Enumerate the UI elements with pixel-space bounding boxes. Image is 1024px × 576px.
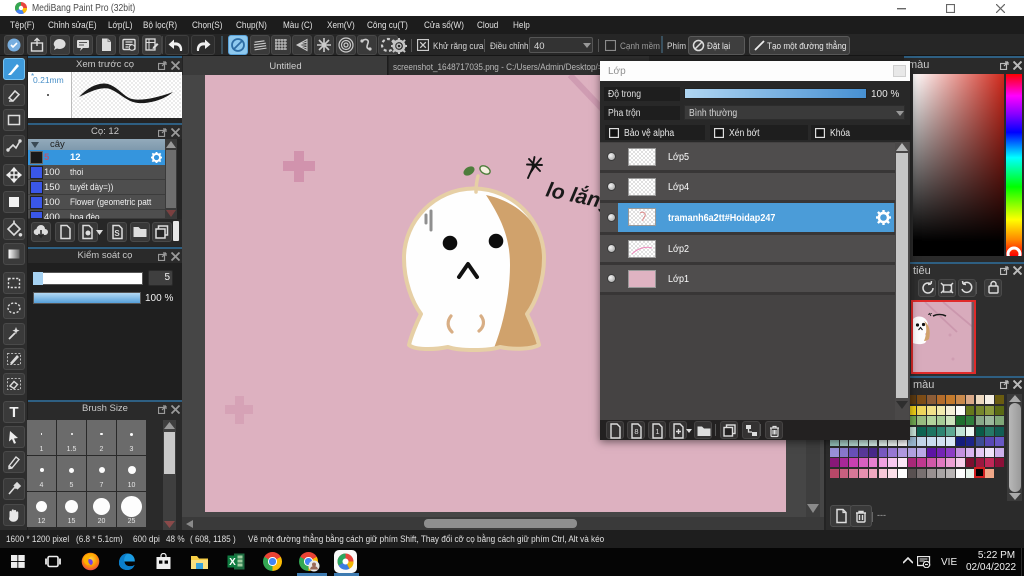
svg-text:T: T <box>9 404 18 421</box>
svg-text:S: S <box>114 229 120 238</box>
svg-text:X: X <box>229 557 236 568</box>
svg-text:8: 8 <box>634 427 638 436</box>
svg-text:1: 1 <box>655 427 659 436</box>
